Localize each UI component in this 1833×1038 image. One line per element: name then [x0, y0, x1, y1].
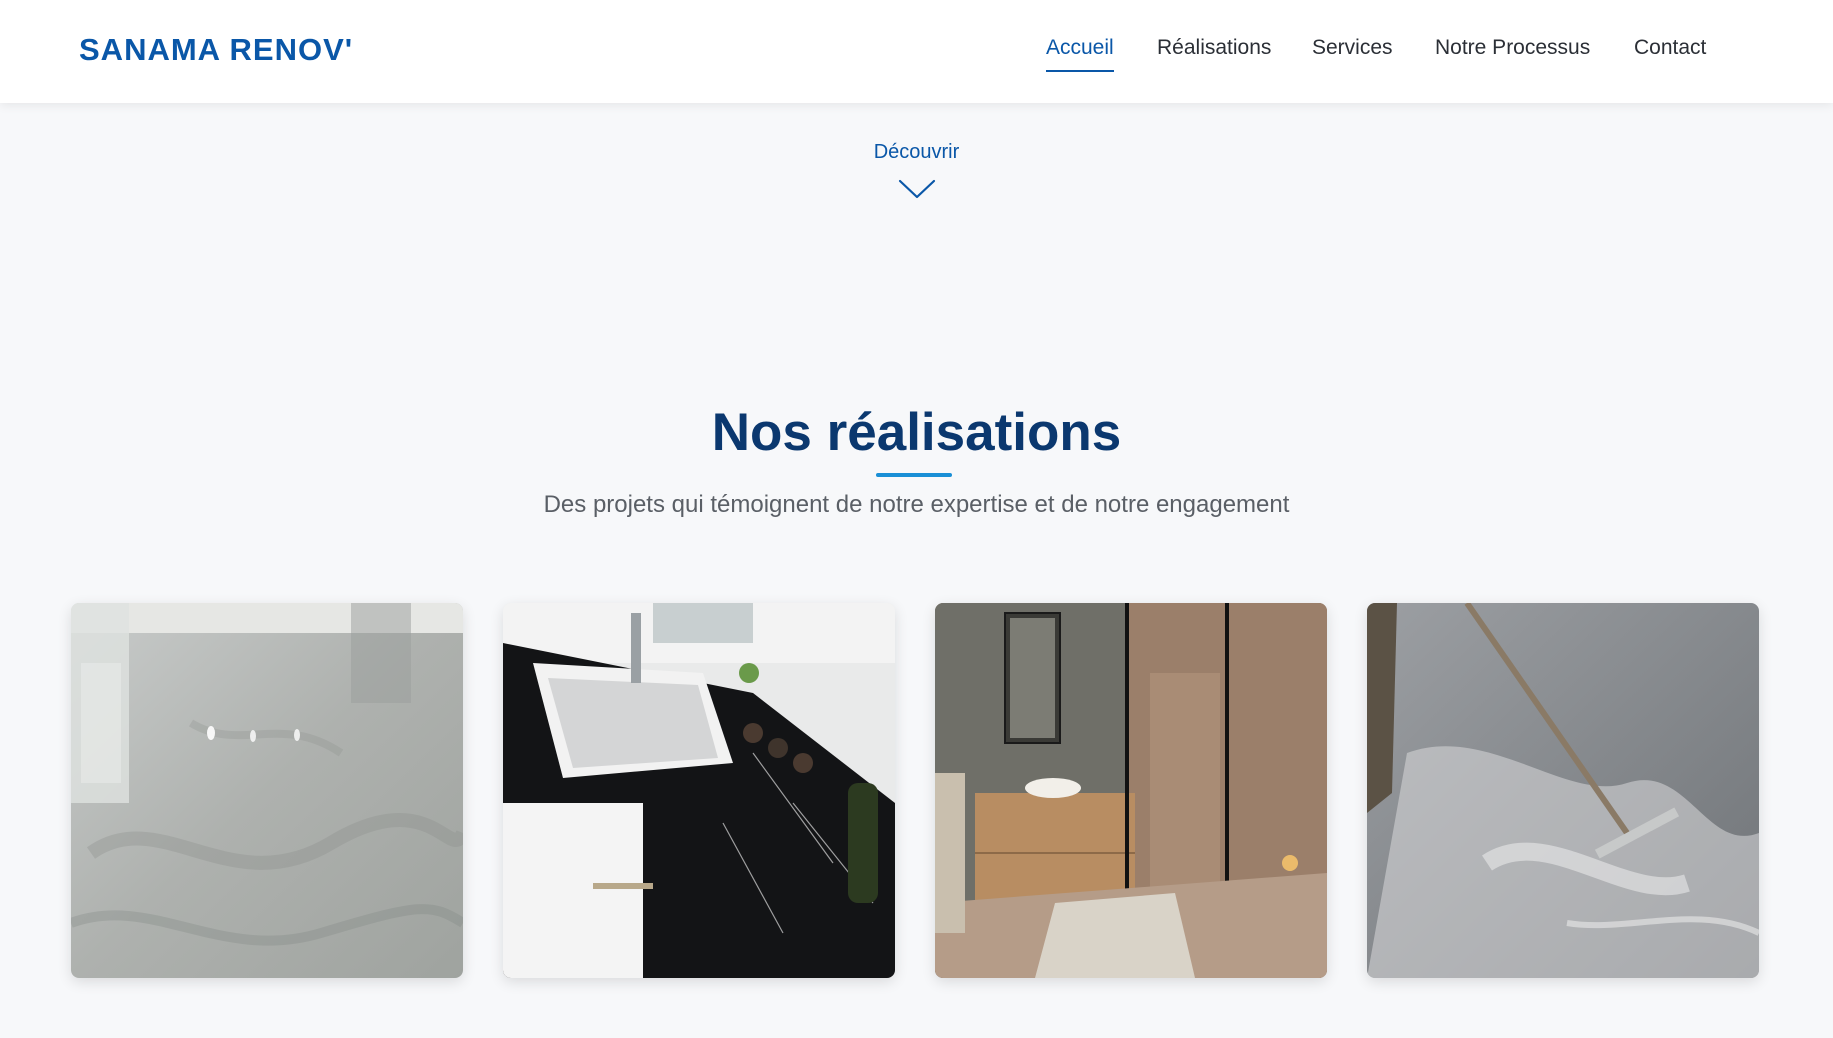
section-subtitle: Des projets qui témoignent de notre expe…: [543, 491, 1290, 518]
discover-label[interactable]: Découvrir: [0, 141, 1833, 164]
discover-link[interactable]: Découvrir: [0, 141, 1833, 200]
site-header: SANAMA RENOV' Accueil Réalisations Servi…: [0, 0, 1833, 103]
projects-gallery: [71, 603, 1759, 979]
chevron-down-icon[interactable]: [898, 178, 936, 200]
project-card-floor[interactable]: [71, 603, 463, 978]
nav-item-contact[interactable]: Contact: [1634, 36, 1706, 70]
title-underline: [876, 473, 952, 477]
nav-item-notre-processus[interactable]: Notre Processus: [1435, 36, 1590, 70]
project-card-resin[interactable]: [1367, 603, 1759, 978]
nav-item-accueil[interactable]: Accueil: [1046, 36, 1114, 72]
project-image-resin-application: [1367, 603, 1759, 978]
project-image-bathroom: [935, 603, 1327, 978]
nav-item-services[interactable]: Services: [1312, 36, 1393, 70]
main-nav: Accueil Réalisations Services Notre Proc…: [0, 36, 1833, 76]
project-image-kitchen: [503, 603, 895, 978]
project-image-marble-floor: [71, 603, 463, 978]
nav-item-realisations[interactable]: Réalisations: [1157, 36, 1271, 70]
project-card-bathroom[interactable]: [935, 603, 1327, 978]
section-title: Nos réalisations: [711, 403, 1122, 462]
project-card-kitchen[interactable]: [503, 603, 895, 978]
